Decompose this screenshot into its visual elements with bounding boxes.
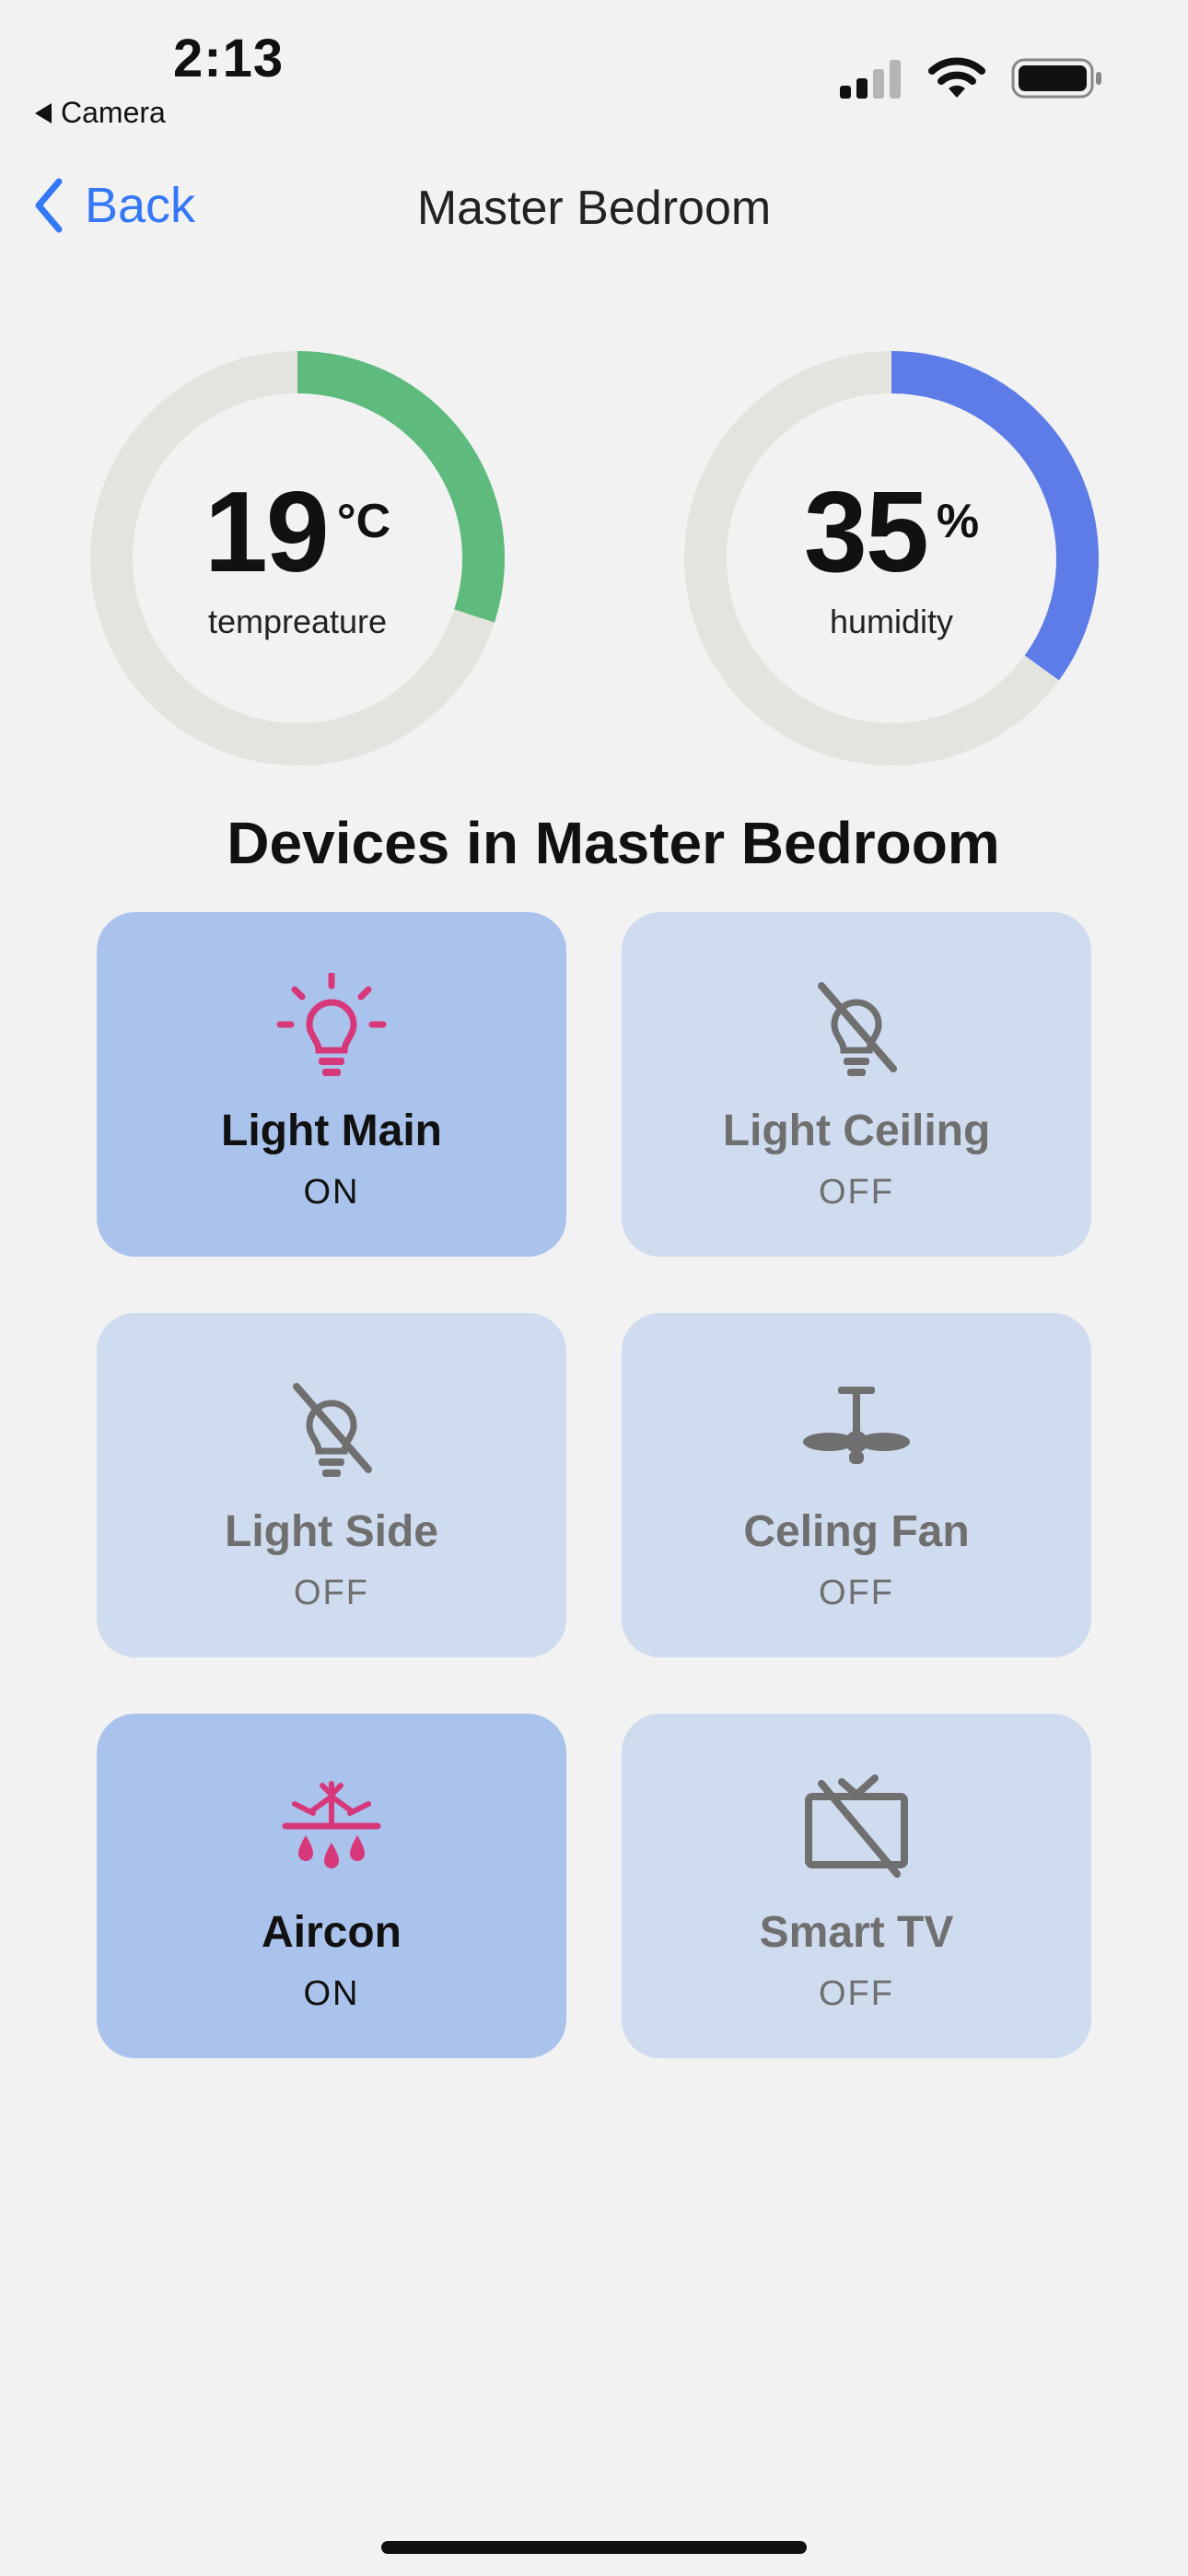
humidity-unit: % <box>936 495 980 548</box>
device-card-light-side[interactable]: Light Side OFF <box>97 1313 566 1657</box>
device-state: ON <box>303 1974 360 2013</box>
temperature-label: tempreature <box>207 603 388 640</box>
ceiling-fan-icon <box>792 1374 921 1481</box>
cellular-signal-icon <box>840 60 901 99</box>
device-state: ON <box>303 1173 360 1212</box>
battery-icon <box>1011 58 1101 99</box>
device-state: OFF <box>819 1173 894 1212</box>
temperature-value: 19 <box>204 469 330 596</box>
aircon-icon <box>267 1774 396 1881</box>
wifi-icon <box>928 57 985 98</box>
device-name: Aircon <box>261 1908 402 1957</box>
device-card-ceiling-fan[interactable]: Celing Fan OFF <box>622 1313 1091 1657</box>
device-card-light-ceiling[interactable]: Light Ceiling OFF <box>622 912 1091 1257</box>
device-name: Smart TV <box>759 1908 954 1957</box>
device-state: OFF <box>294 1574 369 1612</box>
device-name: Light Main <box>221 1107 442 1155</box>
device-card-light-main[interactable]: Light Main ON <box>97 912 566 1257</box>
status-icons <box>838 57 1103 100</box>
page-title: Master Bedroom <box>416 181 772 235</box>
device-card-aircon[interactable]: Aircon ON <box>97 1714 566 2058</box>
humidity-value: 35 <box>803 469 929 596</box>
device-state: OFF <box>819 1574 894 1612</box>
device-name: Light Ceiling <box>722 1107 991 1155</box>
device-name: Light Side <box>225 1507 438 1556</box>
tv-off-icon <box>792 1774 921 1881</box>
humidity-gauge: 35 % humidity <box>681 348 1101 768</box>
temperature-gauge: 19 °C tempreature <box>87 348 507 768</box>
back-triangle-icon <box>35 102 52 123</box>
device-card-smart-tv[interactable]: Smart TV OFF <box>622 1714 1091 2058</box>
status-time: 2:13 <box>173 29 285 88</box>
return-to-app-link[interactable]: Camera <box>35 96 166 130</box>
device-name: Celing Fan <box>743 1507 970 1556</box>
humidity-label: humidity <box>829 603 954 640</box>
lightbulb-on-icon <box>267 973 396 1080</box>
home-indicator[interactable] <box>381 2541 807 2554</box>
lightbulb-off-icon <box>792 973 921 1080</box>
temperature-unit: °C <box>336 495 391 548</box>
return-app-label: Camera <box>61 96 166 129</box>
lightbulb-off-icon <box>267 1374 396 1481</box>
device-state: OFF <box>819 1974 894 2013</box>
devices-section-title: Devices in Master Bedroom <box>227 810 1000 876</box>
